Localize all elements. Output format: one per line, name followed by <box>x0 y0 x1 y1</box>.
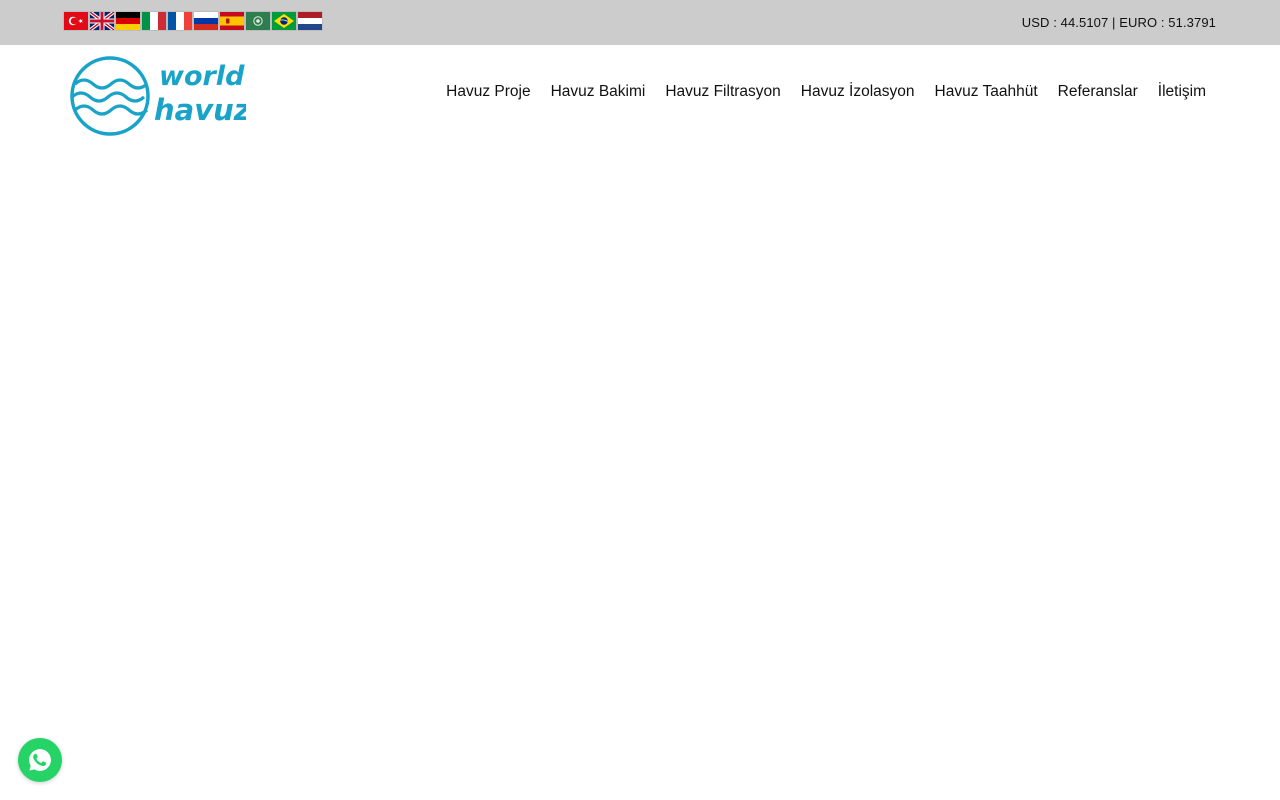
flag-pt-icon[interactable] <box>272 12 296 30</box>
logo-text-world: world <box>159 61 245 92</box>
main-nav: Havuz Proje Havuz Bakimi Havuz Filtrasyo… <box>436 83 1206 101</box>
flag-de-icon[interactable] <box>116 12 140 30</box>
nav-item-havuz-proje[interactable]: Havuz Proje <box>436 83 540 101</box>
nav-item-referanslar[interactable]: Referanslar <box>1048 83 1148 101</box>
flag-nl-icon[interactable] <box>298 12 322 30</box>
site-header: world havuz Havuz Proje Havuz Bakimi Hav… <box>0 45 1280 145</box>
logo-text-havuz: havuz <box>154 93 246 127</box>
flag-fr-icon[interactable] <box>168 12 192 30</box>
nav-item-havuz-filtrasyon[interactable]: Havuz Filtrasyon <box>655 83 790 101</box>
nav-item-iletisim[interactable]: İletişim <box>1148 83 1206 101</box>
flag-en-icon[interactable] <box>90 12 114 30</box>
site-logo[interactable]: world havuz <box>66 54 246 138</box>
currency-rates: USD : 44.5107 | EURO : 51.3791 <box>1021 15 1216 30</box>
top-bar: USD : 44.5107 | EURO : 51.3791 <box>0 0 1280 45</box>
flag-it-icon[interactable] <box>142 12 166 30</box>
flag-tr-icon[interactable] <box>64 12 88 30</box>
nav-item-havuz-izolasyon[interactable]: Havuz İzolasyon <box>791 83 925 101</box>
nav-item-havuz-bakimi[interactable]: Havuz Bakimi <box>541 83 656 101</box>
whatsapp-icon <box>29 749 51 771</box>
language-flags <box>64 12 322 30</box>
whatsapp-button[interactable] <box>18 738 62 782</box>
nav-item-havuz-taahhut[interactable]: Havuz Taahhüt <box>925 83 1048 101</box>
flag-ru-icon[interactable] <box>194 12 218 30</box>
flag-es-icon[interactable] <box>220 12 244 30</box>
flag-ar-icon[interactable] <box>246 12 270 30</box>
